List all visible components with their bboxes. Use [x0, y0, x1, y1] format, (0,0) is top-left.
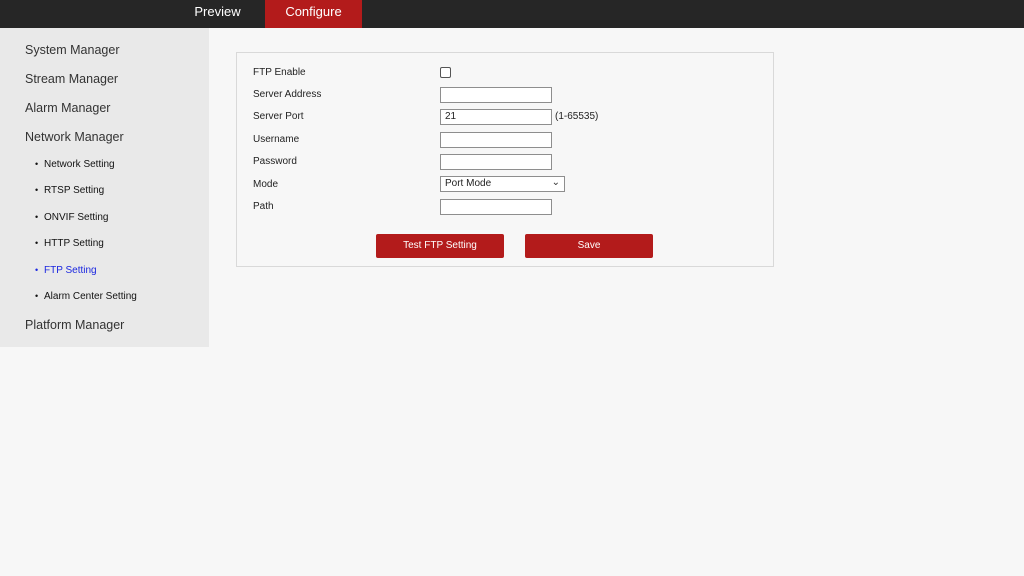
save-button[interactable]: Save [525, 234, 653, 258]
sidebar-item-system-manager[interactable]: System Manager [25, 43, 119, 57]
sidebar-item-network-manager[interactable]: Network Manager [25, 130, 124, 144]
test-ftp-setting-button[interactable]: Test FTP Setting [376, 234, 504, 258]
password-field[interactable] [440, 154, 552, 170]
sidebar-subitem-alarm-center-setting[interactable]: • Alarm Center Setting [35, 291, 137, 302]
mode-label: Mode [253, 179, 279, 190]
bullet-icon: • [35, 212, 39, 222]
server-address-field[interactable] [440, 87, 552, 103]
sidebar-subitem-http-setting[interactable]: • HTTP Setting [35, 238, 104, 249]
chevron-down-icon: ⌄ [551, 177, 560, 188]
sidebar-subitem-onvif-setting[interactable]: • ONVIF Setting [35, 212, 108, 223]
sidebar-subitem-label: ONVIF Setting [44, 212, 109, 223]
server-port-label: Server Port [253, 111, 304, 122]
tab-preview[interactable]: Preview [170, 0, 265, 28]
bullet-icon: • [35, 291, 39, 301]
sidebar-subitem-rtsp-setting[interactable]: • RTSP Setting [35, 185, 104, 196]
mode-select[interactable]: Port Mode ⌄ [440, 176, 565, 192]
sidebar-subitem-label: Alarm Center Setting [44, 291, 137, 302]
server-address-label: Server Address [253, 89, 322, 100]
server-port-field[interactable]: 21 [440, 109, 552, 125]
ftp-enable-checkbox[interactable] [440, 67, 451, 78]
sidebar-subitem-label: FTP Setting [44, 265, 97, 276]
sidebar-subitem-network-setting[interactable]: • Network Setting [35, 159, 115, 170]
sidebar-item-alarm-manager[interactable]: Alarm Manager [25, 101, 110, 115]
ftp-enable-label: FTP Enable [253, 67, 306, 78]
tab-configure[interactable]: Configure [265, 0, 362, 28]
password-label: Password [253, 156, 297, 167]
bullet-icon: • [35, 185, 39, 195]
username-label: Username [253, 134, 300, 145]
sidebar: System Manager Stream Manager Alarm Mana… [0, 28, 209, 347]
bullet-icon: • [35, 159, 39, 169]
top-navigation-bar: Preview Configure [0, 0, 1024, 28]
sidebar-subitem-label: RTSP Setting [44, 185, 105, 196]
mode-selected-value: Port Mode [445, 178, 492, 189]
server-port-range-hint: (1-65535) [555, 111, 599, 122]
sidebar-subitem-label: HTTP Setting [44, 238, 104, 249]
sidebar-subitem-label: Network Setting [44, 159, 115, 170]
username-field[interactable] [440, 132, 552, 148]
bullet-icon: • [35, 238, 39, 248]
bullet-icon: • [35, 265, 39, 275]
sidebar-item-platform-manager[interactable]: Platform Manager [25, 318, 124, 332]
path-label: Path [253, 201, 274, 212]
sidebar-subitem-ftp-setting[interactable]: • FTP Setting [35, 265, 97, 276]
sidebar-item-stream-manager[interactable]: Stream Manager [25, 72, 118, 86]
path-field[interactable] [440, 199, 552, 215]
